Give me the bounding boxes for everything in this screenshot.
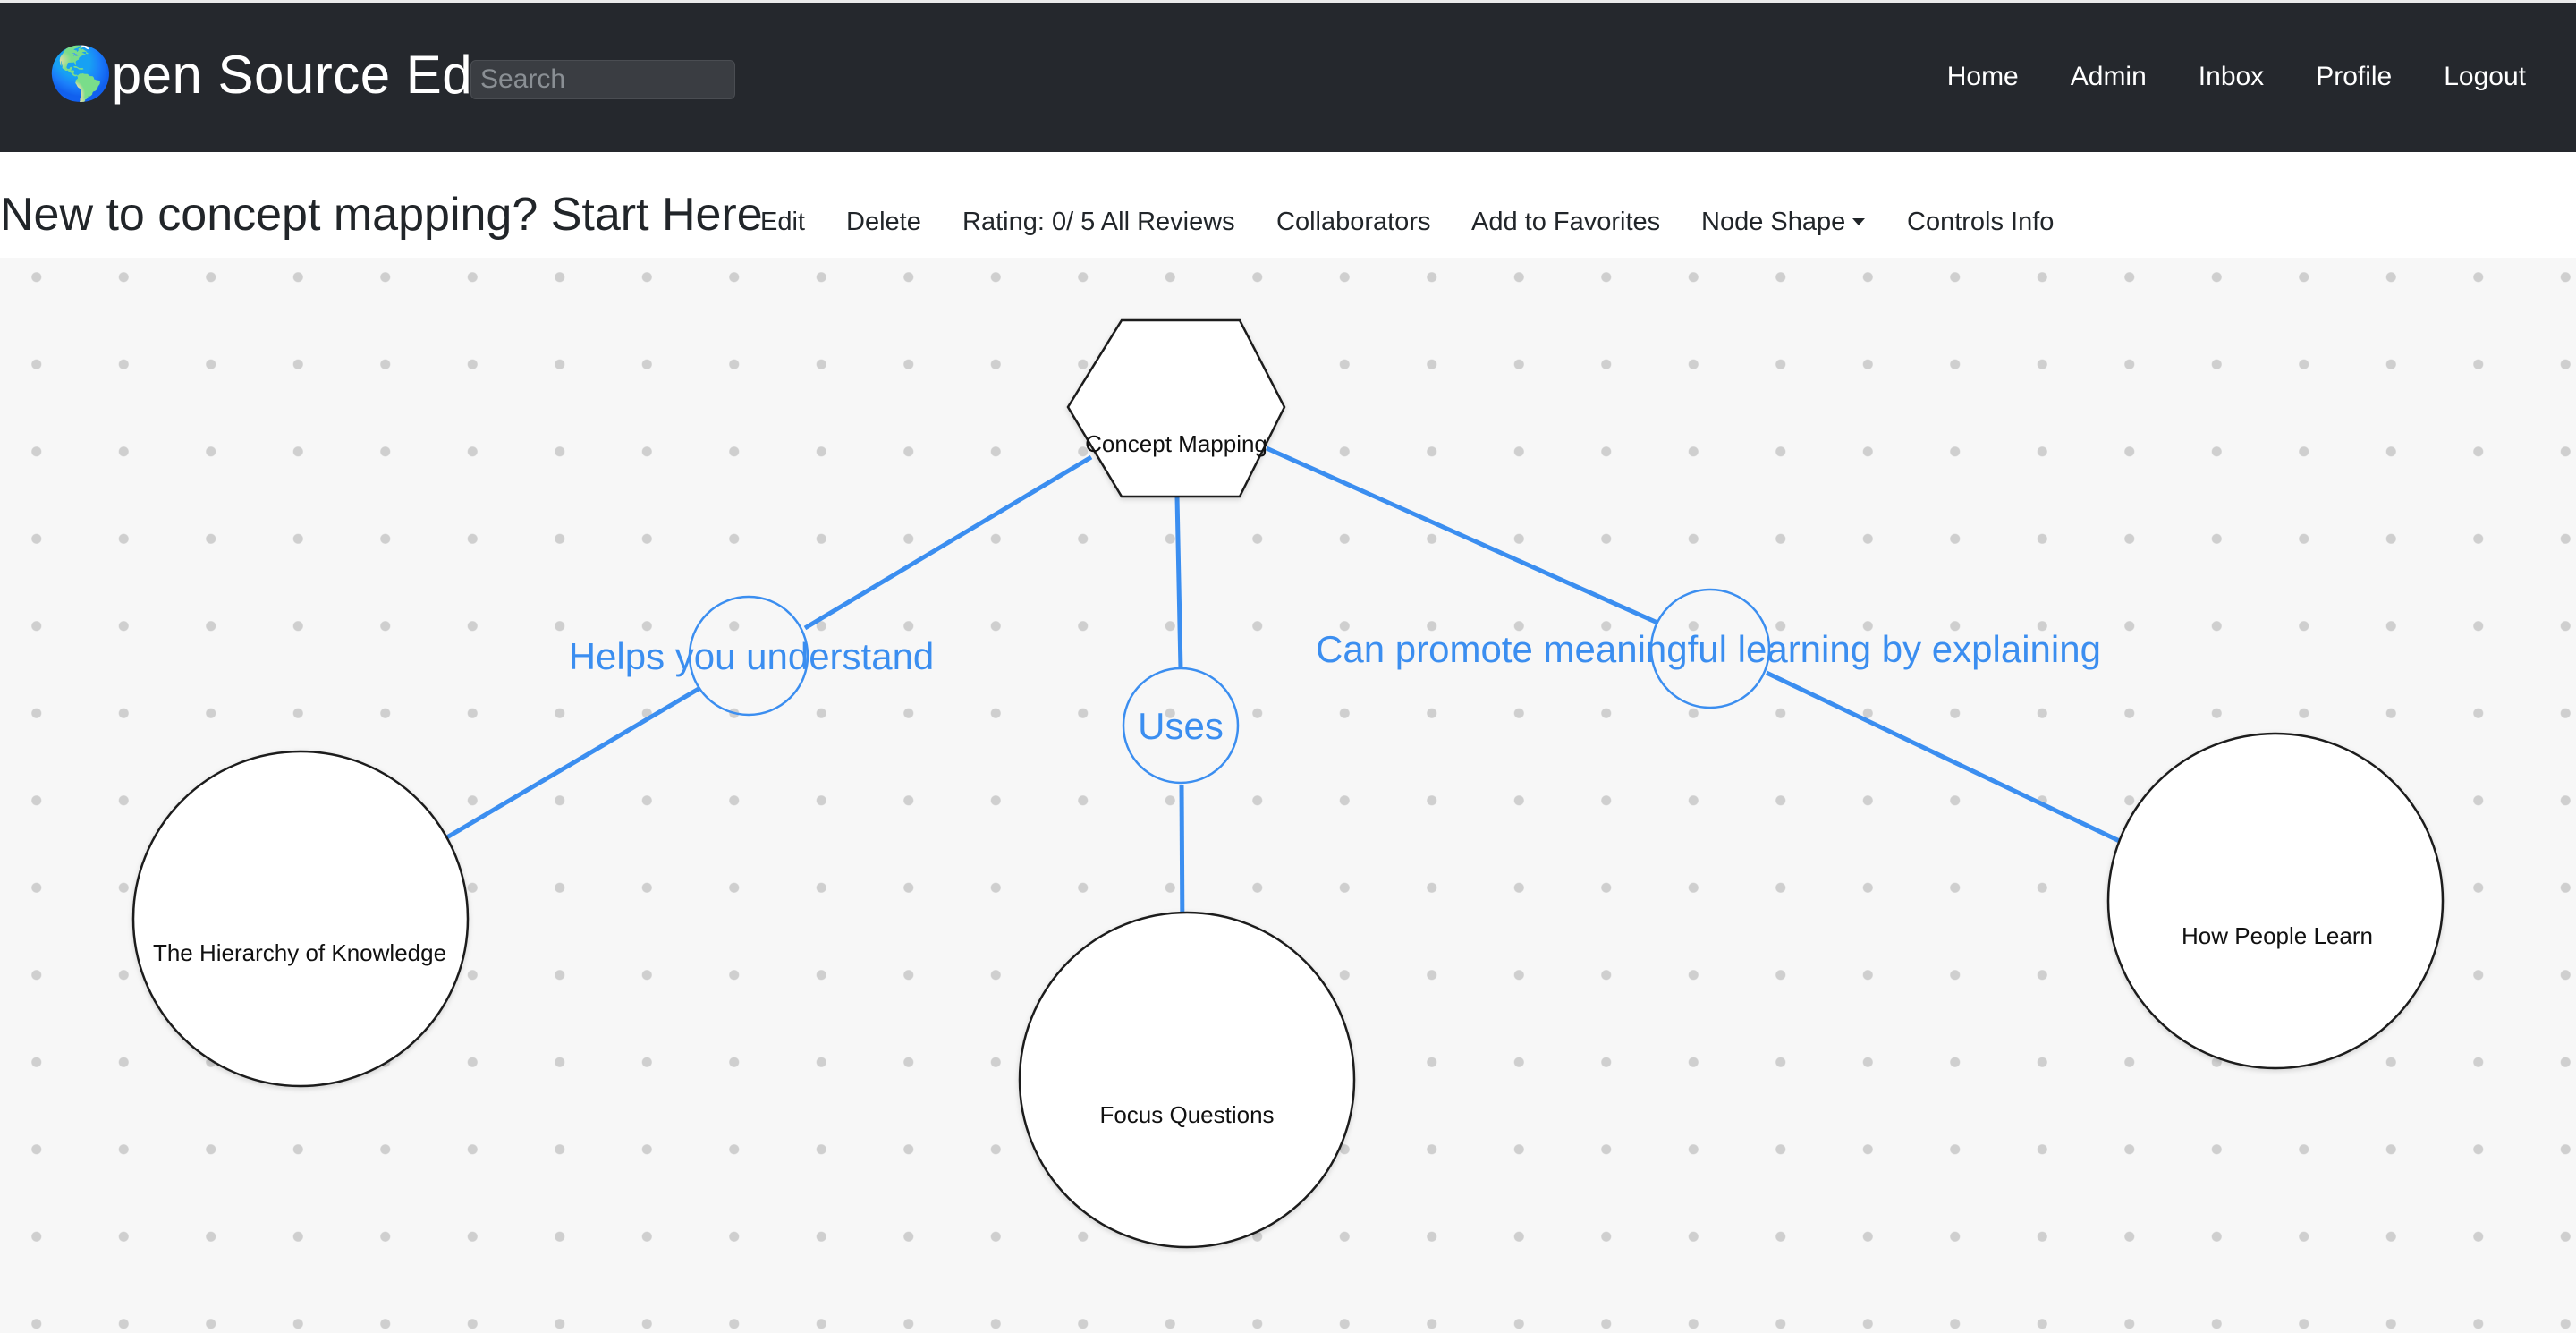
link-label-helps: Helps you understand — [569, 635, 935, 677]
node-label-focus: Focus Questions — [1099, 1101, 1274, 1128]
link-label-promote: Can promote meaningful learning by expla… — [1316, 628, 2101, 670]
edge-root-to-uses[interactable] — [1174, 496, 1183, 670]
node-label-people: How People Learn — [2182, 922, 2373, 949]
node-label-hierarchy: The Hierarchy of Knowledge — [153, 939, 446, 966]
edge-promote-to-people[interactable] — [1765, 670, 2131, 848]
node-concept-mapping[interactable] — [1066, 318, 1286, 498]
concept-map-graph: Concept Mapping The Hierarchy of Knowled… — [131, 318, 2445, 1249]
edge-root-to-helps[interactable] — [803, 454, 1093, 631]
node-how-people-learn[interactable] — [2106, 732, 2445, 1070]
link-label-uses: Uses — [1138, 705, 1224, 747]
node-hierarchy-of-knowledge[interactable] — [131, 750, 470, 1088]
edge-root-to-promote[interactable] — [1265, 446, 1659, 625]
node-label-concept-mapping: Concept Mapping — [1085, 430, 1267, 457]
edge-helps-to-hierarchy[interactable] — [424, 686, 700, 853]
node-focus-questions[interactable] — [1018, 911, 1356, 1249]
